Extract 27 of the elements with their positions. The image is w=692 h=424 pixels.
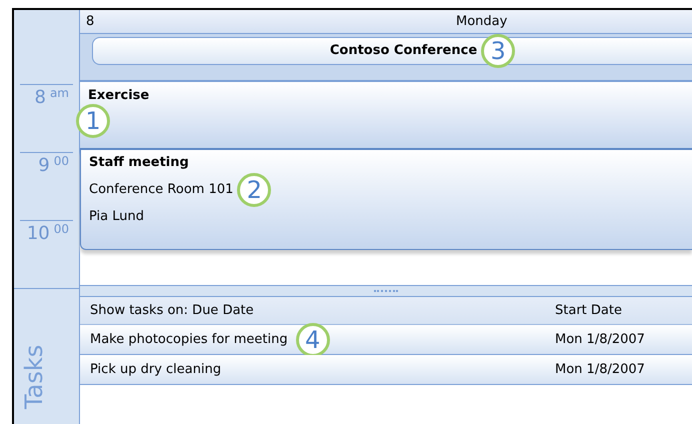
date-number: 8 (86, 12, 94, 31)
column-header: Show tasks on: Due Date (90, 302, 255, 320)
task-date: Mon 1/8/2007 (555, 330, 646, 349)
task-subject: Make photocopies for meeting (90, 330, 288, 349)
callout-number: 3 (481, 34, 516, 68)
time-label: 8 $^{am}$ (34, 89, 69, 110)
task-date: Mon 1/8/2007 (555, 360, 646, 379)
event-title: Contoso Conference (330, 42, 478, 60)
all-day-event[interactable]: Contoso Conference 3 (92, 37, 692, 65)
appointment[interactable]: Staff meeting Conference Room 101 2 Pia Lund (80, 150, 692, 250)
appointment-title: Exercise (88, 87, 150, 105)
appointment-location: Conference Room 101 (89, 181, 234, 199)
tasks-label: Tasks (19, 344, 49, 409)
callout-number: 1 (76, 104, 110, 138)
column-header: Start Date (555, 302, 623, 320)
time-label: 10 $^{00}$ (26, 225, 69, 246)
task-row[interactable]: Pick up dry cleaning Mon 1/8/2007 (80, 355, 692, 385)
appointment-organizer: Pia Lund (89, 208, 146, 226)
callout-number: 2 (237, 173, 272, 207)
callout-number: 4 (296, 322, 330, 356)
task-subject: Pick up dry cleaning (90, 360, 222, 379)
task-row[interactable]: Make photocopies for meeting 4 Mon 1/8/2007 (80, 325, 692, 355)
splitter-bar[interactable] (80, 285, 692, 297)
task-header[interactable]: Show tasks on: Due Date Start Date (80, 297, 692, 325)
appointment-title: Staff meeting (89, 154, 190, 172)
time-label: 9 $^{00}$ (38, 157, 69, 178)
weekday-label: Monday (456, 12, 508, 31)
